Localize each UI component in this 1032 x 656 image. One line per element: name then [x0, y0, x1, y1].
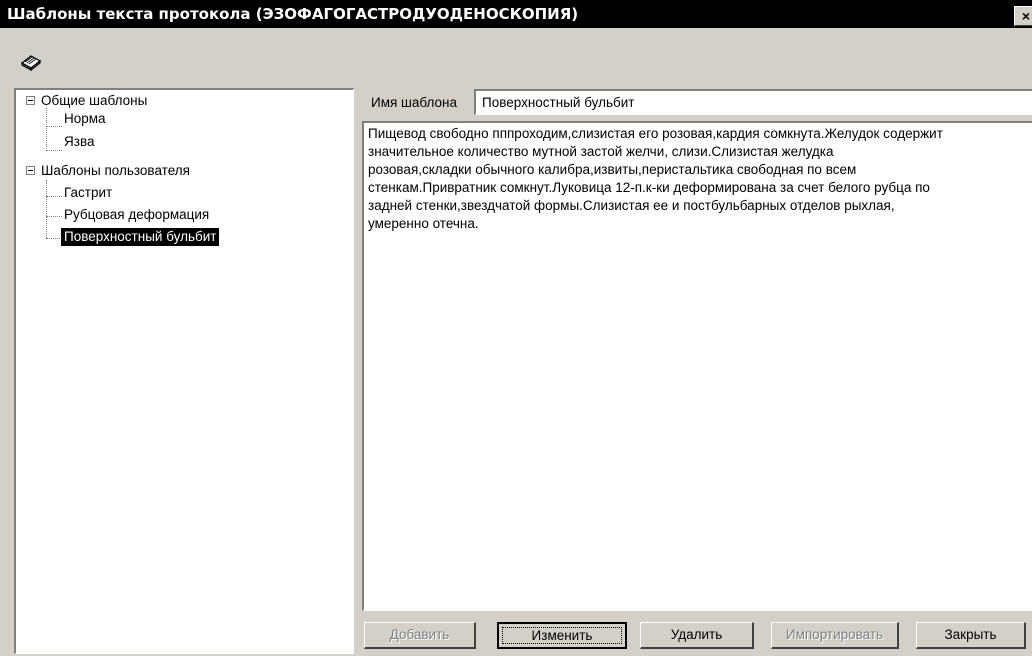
collapse-icon[interactable]: [26, 166, 35, 175]
template-text-area[interactable]: Пищевод свободно пппроходим,слизистая ег…: [362, 121, 1032, 611]
tree-item-ulcer[interactable]: Язва: [61, 133, 97, 151]
tree-group-user[interactable]: Шаблоны пользователя: [38, 162, 193, 180]
close-icon[interactable]: ×: [1014, 6, 1032, 26]
add-button[interactable]: Добавить: [364, 622, 476, 649]
template-name-field[interactable]: Поверхностный бульбит: [474, 89, 1032, 115]
close-button[interactable]: Закрыть: [916, 622, 1026, 649]
focus-rect: [502, 627, 622, 644]
tree-item-scar-deformation[interactable]: Рубцовая деформация: [61, 206, 212, 224]
template-tree[interactable]: Общие шаблоны Норма Язва Шаблоны пользов…: [14, 88, 354, 654]
window-title: Шаблоны текста протокола (ЭЗОФАГОГАСТРОД…: [7, 5, 579, 23]
tree-group-common[interactable]: Общие шаблоны: [38, 92, 150, 110]
collapse-icon[interactable]: [26, 96, 35, 105]
template-name-label: Имя шаблона: [371, 95, 458, 110]
book-icon[interactable]: [20, 52, 42, 72]
delete-button[interactable]: Удалить: [640, 622, 754, 649]
window-titlebar: Шаблоны текста протокола (ЭЗОФАГОГАСТРОД…: [0, 0, 1032, 28]
import-button[interactable]: Импортировать: [771, 622, 899, 649]
tree-item-superficial-bulbitis[interactable]: Поверхностный бульбит: [61, 228, 220, 246]
tree-item-gastritis[interactable]: Гастрит: [61, 184, 115, 202]
tree-item-norm[interactable]: Норма: [61, 110, 109, 128]
edit-button[interactable]: Изменить: [497, 622, 627, 649]
